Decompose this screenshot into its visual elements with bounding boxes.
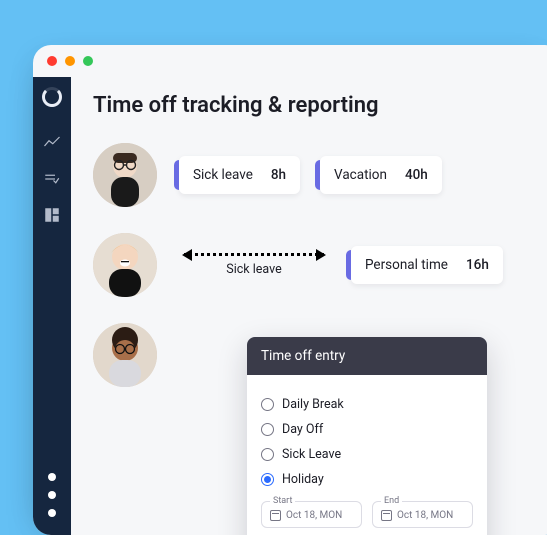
radio-label: Day Off bbox=[282, 422, 323, 437]
calendar-icon bbox=[381, 510, 392, 521]
pager-dot[interactable] bbox=[48, 491, 56, 499]
chip-label: Sick leave bbox=[193, 167, 253, 183]
chip-value: 8h bbox=[271, 167, 286, 183]
entry-type-radio[interactable]: Daily Break bbox=[261, 397, 473, 412]
nav-dashboard-icon[interactable] bbox=[42, 205, 62, 225]
avatar bbox=[93, 143, 157, 207]
entry-type-radio[interactable]: Sick Leave bbox=[261, 447, 473, 462]
window-minimize-button[interactable] bbox=[65, 56, 75, 66]
sidebar bbox=[33, 77, 71, 535]
pager-dot[interactable] bbox=[48, 473, 56, 481]
avatar bbox=[93, 233, 157, 297]
radio-icon bbox=[261, 423, 274, 436]
radio-icon bbox=[261, 473, 274, 486]
page-title: Time off tracking & reporting bbox=[93, 93, 541, 118]
chip-label: Vacation bbox=[334, 167, 387, 183]
app-window: Time off tracking & reporting Sick leave… bbox=[33, 45, 547, 535]
timeoff-chip[interactable]: Vacation 40h bbox=[320, 156, 442, 194]
avatar bbox=[93, 323, 157, 387]
arrow-right-icon bbox=[316, 249, 326, 261]
radio-label: Daily Break bbox=[282, 397, 344, 412]
window-titlebar bbox=[33, 45, 547, 77]
entry-type-radio[interactable]: Day Off bbox=[261, 422, 473, 437]
chip-value: 40h bbox=[405, 167, 428, 183]
employee-row: Sick leave 8h Vacation 40h bbox=[93, 140, 541, 210]
chip-label: Personal time bbox=[365, 257, 448, 273]
chip-value: 16h bbox=[466, 257, 489, 273]
radio-icon bbox=[261, 398, 274, 411]
start-date-field[interactable]: Start Oct 18, MON bbox=[261, 501, 362, 528]
end-date-field[interactable]: End Oct 18, MON bbox=[372, 501, 473, 528]
window-close-button[interactable] bbox=[47, 56, 57, 66]
timeoff-chip[interactable]: Sick leave 8h bbox=[179, 156, 300, 194]
timeoff-entry-card: Time off entry Daily Break Day Off Sick Le… bbox=[247, 337, 487, 535]
radio-icon bbox=[261, 448, 274, 461]
field-value: Oct 18, MON bbox=[286, 510, 342, 521]
range-dashed-line bbox=[184, 253, 324, 256]
nav-checklist-icon[interactable] bbox=[42, 169, 62, 189]
radio-label: Sick Leave bbox=[282, 447, 341, 462]
field-label: Start bbox=[270, 496, 295, 506]
window-fullscreen-button[interactable] bbox=[83, 56, 93, 66]
calendar-icon bbox=[270, 510, 281, 521]
nav-trends-icon[interactable] bbox=[42, 133, 62, 153]
field-value: Oct 18, MON bbox=[397, 510, 453, 521]
radio-label: Holiday bbox=[282, 472, 324, 487]
entry-type-radio[interactable]: Holiday bbox=[261, 472, 473, 487]
employee-row: Sick leave Personal time 16h bbox=[93, 230, 541, 300]
field-label: End bbox=[381, 496, 402, 506]
pager-dot[interactable] bbox=[48, 509, 56, 517]
entry-card-title: Time off entry bbox=[247, 337, 487, 375]
arrow-left-icon bbox=[182, 249, 192, 261]
main-panel: Time off tracking & reporting Sick leave… bbox=[71, 77, 547, 535]
app-logo-icon bbox=[42, 87, 62, 107]
range-caption: Sick leave bbox=[226, 262, 281, 277]
range-indicator: Sick leave bbox=[179, 253, 329, 277]
sidebar-pager-dots bbox=[48, 473, 56, 517]
timeoff-chip[interactable]: Personal time 16h bbox=[351, 246, 503, 284]
